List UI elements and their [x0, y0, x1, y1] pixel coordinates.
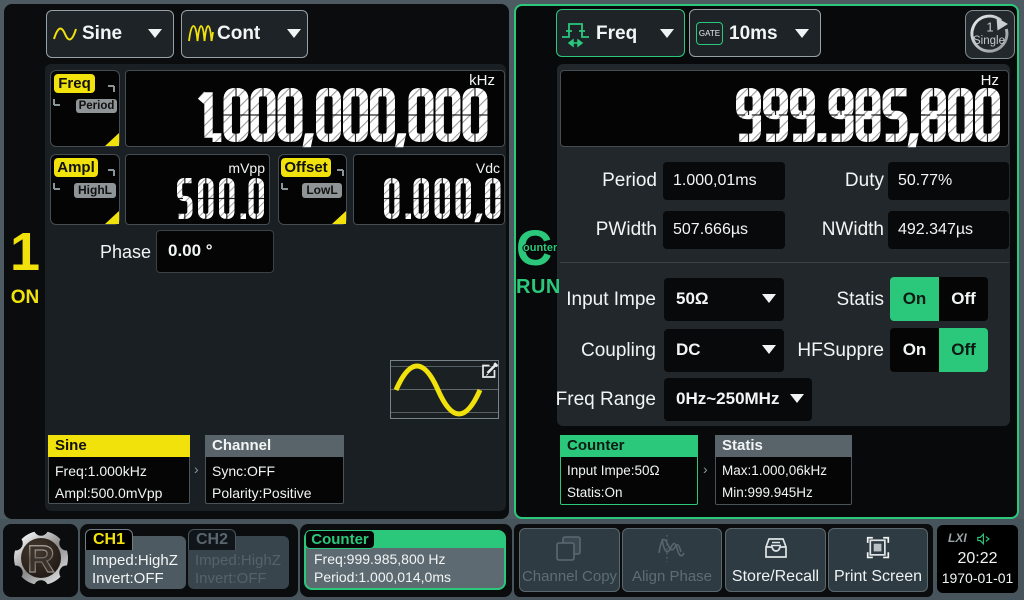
- svg-text:Single: Single: [973, 35, 1005, 47]
- svg-text:1: 1: [986, 20, 993, 35]
- svg-text:R: R: [27, 539, 54, 581]
